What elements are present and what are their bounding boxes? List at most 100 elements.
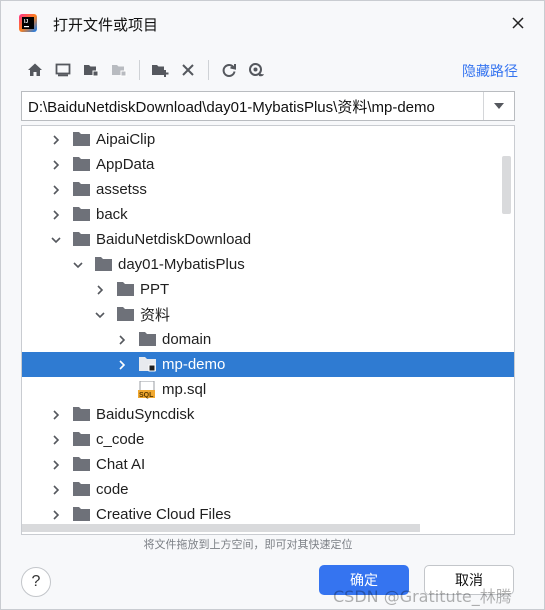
tree-item-aipaiclip[interactable]: AipaiClip bbox=[22, 127, 514, 152]
intellij-app-icon: IJ bbox=[19, 14, 37, 32]
tree-item-c-code[interactable]: c_code bbox=[22, 427, 514, 452]
chevron-down-icon[interactable] bbox=[72, 259, 84, 271]
toolbar bbox=[21, 57, 271, 83]
delete-button[interactable] bbox=[174, 57, 202, 83]
chevron-right-icon[interactable] bbox=[50, 134, 62, 146]
svg-text:IJ: IJ bbox=[24, 19, 28, 25]
tree-item-folder[interactable]: 资料 bbox=[22, 302, 514, 327]
title-bar: IJ 打开文件或项目 bbox=[1, 1, 544, 45]
tree-item-label: AipaiClip bbox=[96, 131, 156, 148]
folder-icon bbox=[72, 406, 92, 422]
toolbar-separator bbox=[208, 60, 209, 80]
tree-item-label: PPT bbox=[140, 281, 170, 298]
folder-icon bbox=[72, 156, 92, 172]
desktop-icon bbox=[55, 63, 71, 77]
chevron-right-icon[interactable] bbox=[94, 284, 106, 296]
dialog-title: 打开文件或项目 bbox=[53, 17, 159, 34]
open-file-dialog: IJ 打开文件或项目 隐藏路径 D:\BaiduNetdiskDownload\… bbox=[0, 0, 545, 610]
tree-item-mp-sql[interactable]: SQL mp.sql bbox=[22, 377, 514, 402]
close-icon bbox=[512, 17, 524, 29]
module-folder-icon bbox=[112, 65, 127, 77]
chevron-right-icon[interactable] bbox=[116, 334, 128, 346]
tree-item-code[interactable]: code bbox=[22, 477, 514, 502]
tree-item-label: BaiduSyncdisk bbox=[96, 406, 195, 423]
folder-icon bbox=[94, 256, 114, 272]
tree-item-domain[interactable]: domain bbox=[22, 327, 514, 352]
folder-icon bbox=[72, 506, 92, 522]
chevron-down-icon[interactable] bbox=[94, 309, 106, 321]
help-button[interactable]: ? bbox=[21, 567, 51, 597]
project-folder-icon bbox=[84, 65, 99, 77]
hide-path-link[interactable]: 隐藏路径 bbox=[462, 61, 518, 81]
tree-item-label: code bbox=[96, 481, 129, 498]
chevron-right-icon[interactable] bbox=[50, 209, 62, 221]
chevron-right-icon[interactable] bbox=[50, 459, 62, 471]
path-input[interactable] bbox=[22, 92, 484, 120]
sql-file-icon: SQL bbox=[138, 380, 158, 399]
tree-item-chat-ai[interactable]: Chat AI bbox=[22, 452, 514, 477]
chevron-right-icon[interactable] bbox=[116, 359, 128, 371]
chevron-right-icon[interactable] bbox=[50, 509, 62, 521]
folder-icon bbox=[138, 331, 158, 347]
home-button[interactable] bbox=[21, 57, 49, 83]
module-directory-button[interactable] bbox=[105, 57, 133, 83]
folder-icon bbox=[72, 206, 92, 222]
hidden-files-icon bbox=[249, 63, 264, 77]
new-folder-icon bbox=[152, 65, 169, 77]
folder-icon bbox=[72, 481, 92, 497]
chevron-right-icon[interactable] bbox=[50, 409, 62, 421]
chevron-right-icon[interactable] bbox=[50, 159, 62, 171]
project-directory-button[interactable] bbox=[77, 57, 105, 83]
horizontal-scrollbar[interactable] bbox=[22, 524, 420, 532]
tree-item-day01-mybatisplus[interactable]: day01-MybatisPlus bbox=[22, 252, 514, 277]
chevron-right-icon[interactable] bbox=[50, 434, 62, 446]
tree-item-label: AppData bbox=[96, 156, 155, 173]
tree-item-label: mp-demo bbox=[162, 356, 226, 373]
toolbar-separator bbox=[139, 60, 140, 80]
tree-item-assetss[interactable]: assetss bbox=[22, 177, 514, 202]
tree-item-label: BaiduNetdiskDownload bbox=[96, 231, 252, 248]
path-history-dropdown[interactable] bbox=[483, 92, 514, 120]
chevron-down-icon bbox=[494, 103, 504, 109]
file-tree[interactable]: AipaiClip AppData assetss back BaiduNetdiskD… bbox=[21, 125, 515, 535]
tree-item-ppt[interactable]: PPT bbox=[22, 277, 514, 302]
home-icon bbox=[28, 63, 42, 76]
tree-item-mp-demo[interactable]: mp-demo bbox=[22, 352, 514, 377]
desktop-button[interactable] bbox=[49, 57, 77, 83]
folder-icon bbox=[72, 456, 92, 472]
watermark: CSDN @Gratitute_林腾 bbox=[333, 587, 512, 606]
tree-item-label: 资料 bbox=[140, 307, 171, 324]
tree-item-label: mp.sql bbox=[162, 381, 207, 398]
refresh-button[interactable] bbox=[215, 57, 243, 83]
refresh-icon bbox=[222, 64, 236, 77]
tree-item-label: Chat AI bbox=[96, 456, 146, 473]
tree-item-label: back bbox=[96, 206, 128, 223]
path-field bbox=[21, 91, 515, 121]
show-hidden-files-button[interactable] bbox=[243, 57, 271, 83]
folder-icon bbox=[72, 131, 92, 147]
folder-icon bbox=[72, 181, 92, 197]
folder-icon bbox=[116, 281, 136, 297]
chevron-down-icon[interactable] bbox=[50, 234, 62, 246]
new-folder-button[interactable] bbox=[146, 57, 174, 83]
folder-icon bbox=[116, 306, 136, 322]
tree-item-label: assetss bbox=[96, 181, 147, 198]
svg-text:SQL: SQL bbox=[139, 392, 154, 399]
tree-item-baidusyncdisk[interactable]: BaiduSyncdisk bbox=[22, 402, 514, 427]
tree-item-baidunetdiskdownload[interactable]: BaiduNetdiskDownload bbox=[22, 227, 514, 252]
tree-item-back[interactable]: back bbox=[22, 202, 514, 227]
tree-item-appdata[interactable]: AppData bbox=[22, 152, 514, 177]
chevron-right-icon[interactable] bbox=[50, 184, 62, 196]
tree-item-label: c_code bbox=[96, 431, 145, 448]
tree-item-label: domain bbox=[162, 331, 212, 348]
delete-icon bbox=[182, 64, 194, 76]
close-button[interactable] bbox=[506, 11, 530, 35]
module-folder-icon bbox=[138, 356, 158, 372]
vertical-scrollbar[interactable] bbox=[502, 156, 511, 214]
folder-icon bbox=[72, 231, 92, 247]
tree-item-label: Creative Cloud Files bbox=[96, 506, 232, 523]
chevron-right-icon[interactable] bbox=[50, 484, 62, 496]
folder-icon bbox=[72, 431, 92, 447]
drag-drop-hint: 将文件拖放到上方空间，即可对其快速定位 bbox=[143, 539, 353, 551]
tree-item-label: day01-MybatisPlus bbox=[118, 256, 245, 273]
